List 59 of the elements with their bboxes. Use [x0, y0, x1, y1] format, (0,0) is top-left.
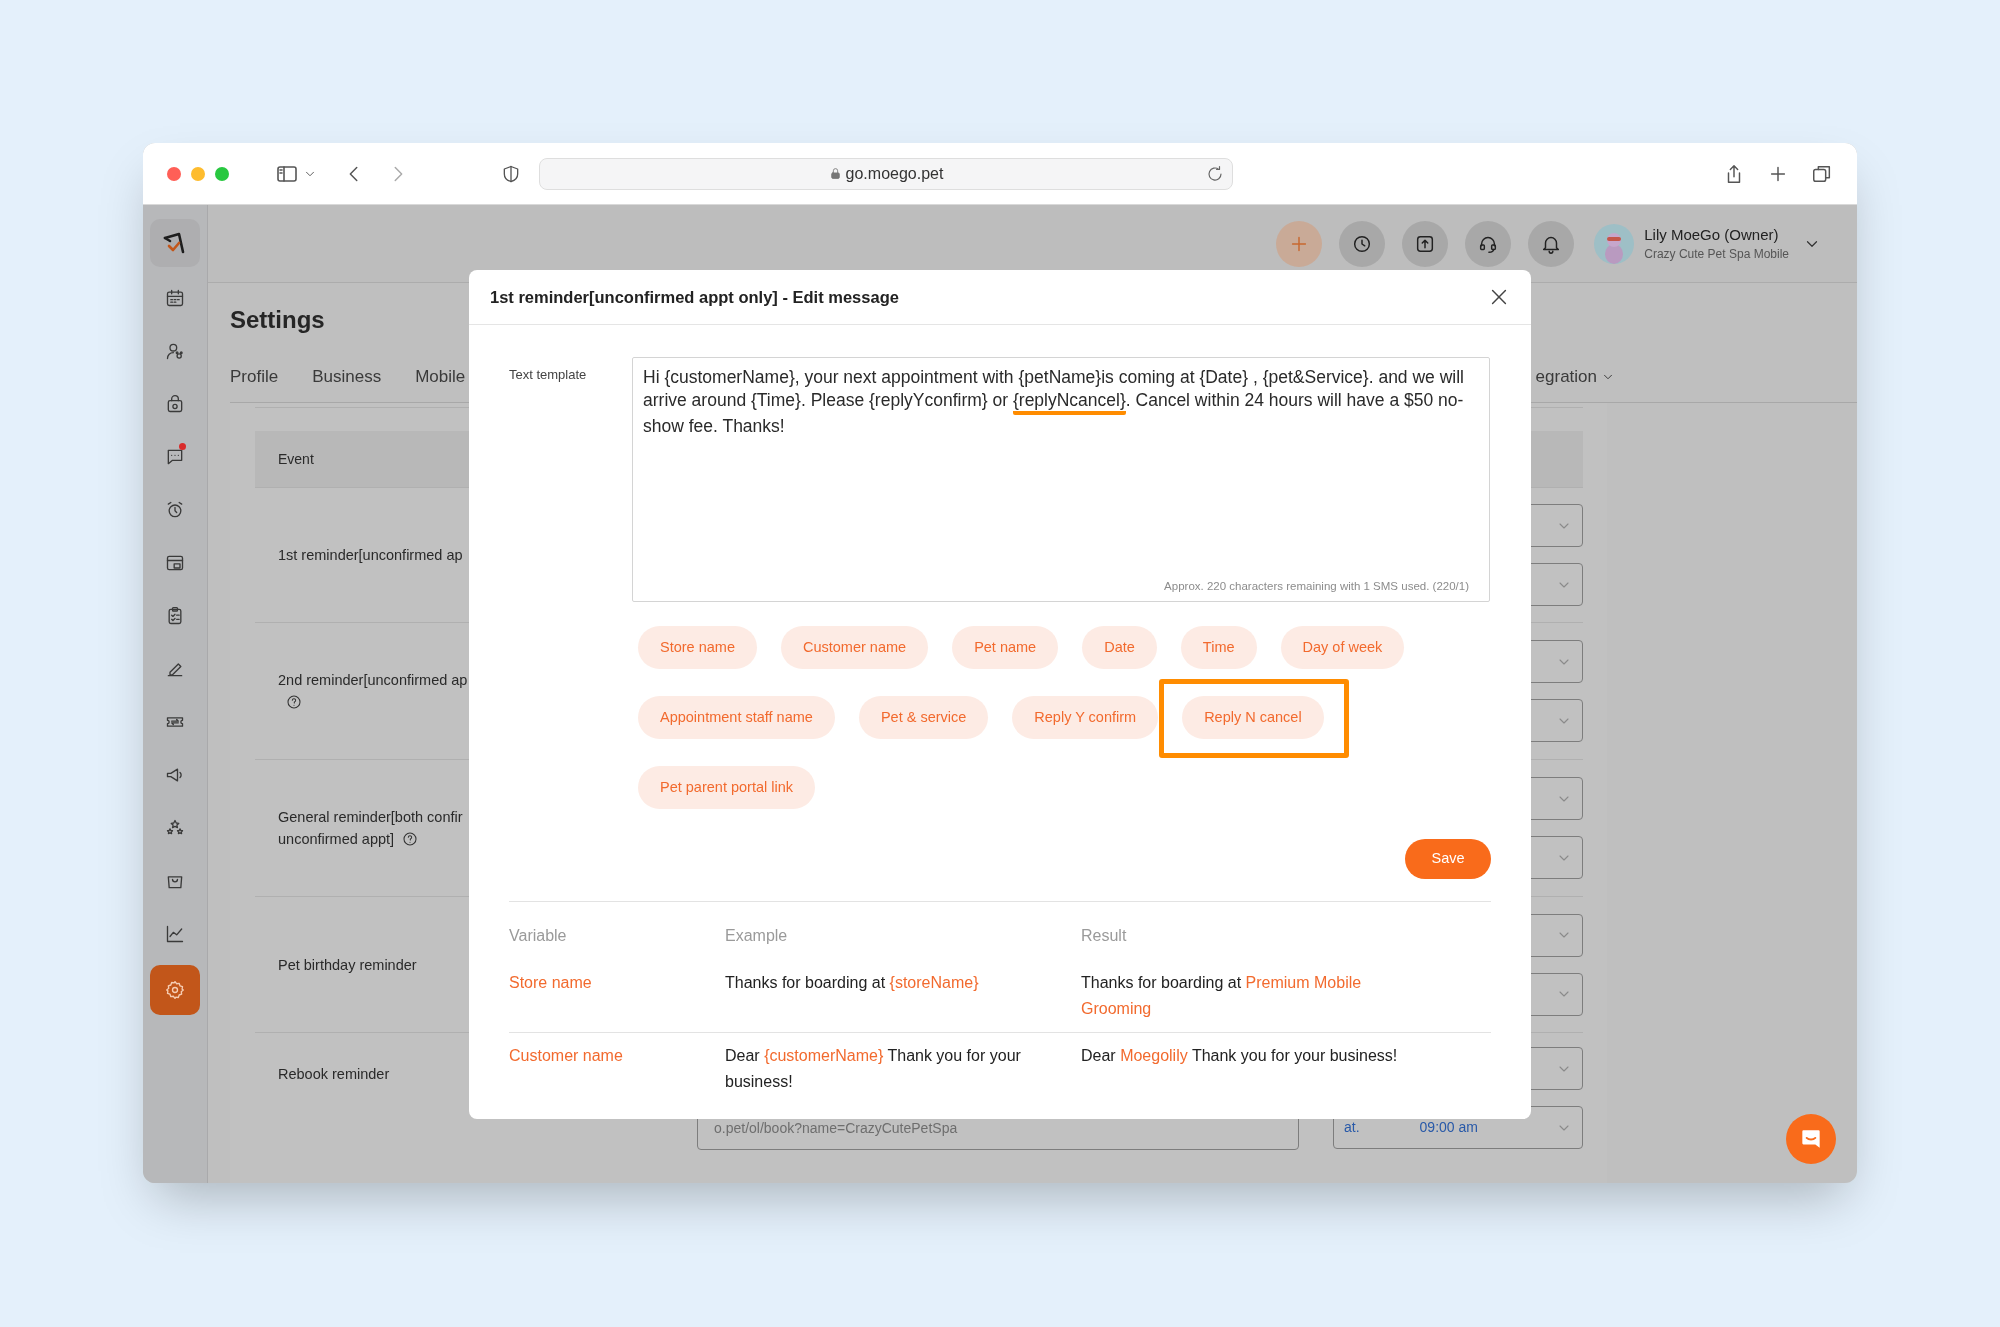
- address-bar[interactable]: go.moego.pet: [539, 157, 1233, 190]
- chat-icon: [165, 447, 185, 467]
- result-text: Thanks for boarding at Premium Mobile Grooming: [1081, 973, 1363, 1019]
- variable-chip[interactable]: Day of week: [1280, 626, 1405, 669]
- time-value: 09:00 am: [1419, 1118, 1478, 1137]
- event-name: General reminder[both confir: [278, 809, 463, 825]
- help-icon[interactable]: [286, 693, 302, 710]
- settings-icon: [165, 980, 185, 1000]
- lock-icon: [828, 167, 842, 180]
- variable-name: Customer name: [509, 1046, 624, 1066]
- variable-chip[interactable]: Reply N cancel: [1182, 696, 1324, 739]
- field-label: Text template: [509, 366, 588, 384]
- character-counter: Approx. 220 characters remaining with 1 SMS used. (220/1): [1164, 578, 1469, 594]
- reload-icon[interactable]: [1206, 164, 1224, 183]
- variable-chip[interactable]: Date: [1082, 626, 1157, 669]
- event-name: Rebook reminder: [278, 1066, 390, 1082]
- variable-chip[interactable]: Pet name: [952, 626, 1059, 669]
- template-field[interactable]: [632, 357, 1490, 602]
- variable-chip[interactable]: Appointment staff name: [638, 696, 835, 739]
- bag-icon: [165, 394, 185, 414]
- settings-tab[interactable]: egration: [1535, 365, 1597, 389]
- person-icon: [165, 341, 185, 361]
- result-text: Dear Moegolily Thank you for your business!: [1081, 1046, 1399, 1066]
- store-icon: [165, 553, 185, 573]
- help-icon[interactable]: [402, 830, 419, 847]
- column-header: Event: [278, 449, 314, 469]
- sidebar-item[interactable]: [150, 965, 200, 1015]
- example-text: Dear {customerName} Thank you for your business!: [725, 1046, 1022, 1092]
- variable-chip[interactable]: Store name: [638, 626, 757, 669]
- shield-icon[interactable]: [501, 163, 521, 184]
- variable-name: Store name: [509, 973, 593, 993]
- column-header: Variable: [509, 926, 568, 946]
- event-name: Pet birthday reminder: [278, 956, 417, 973]
- save-button[interactable]: Save: [1405, 839, 1491, 879]
- event-name: 2nd reminder[unconfirmed ap: [278, 672, 468, 688]
- event-name: 1st reminder[unconfirmed ap: [278, 547, 463, 563]
- variable-chip[interactable]: Customer name: [780, 626, 929, 669]
- settings-tab[interactable]: Mobile: [415, 365, 466, 389]
- variable-chip[interactable]: Time: [1180, 626, 1257, 669]
- page-title: Settings: [230, 305, 326, 335]
- chart-icon: [165, 924, 185, 944]
- variable-chip[interactable]: Pet & service: [858, 696, 989, 739]
- column-header: Result: [1081, 926, 1128, 946]
- alarm-clock-icon: [165, 500, 185, 520]
- dialog-title: 1st reminder[unconfirmed appt only] - Edit message: [490, 286, 899, 308]
- business-name: Crazy Cute Pet Spa Mobile: [1644, 245, 1789, 263]
- variable-chip[interactable]: Pet parent portal link: [638, 766, 815, 809]
- settings-tab[interactable]: Business: [312, 365, 382, 389]
- time-prefix: at.: [1344, 1118, 1360, 1137]
- event-name: unconfirmed appt]: [278, 831, 395, 847]
- template-text: Hi {customerName}, your next appointment with {petName}is coming at {Date} , {pet&Service}. and we will arrive around {Time}. Please {replyYconfirm} or {replyNcancel}. Cancel within 24 hours will have a $50 no-show fee. Thanks!: [643, 366, 1465, 438]
- calendar-icon: [165, 288, 185, 308]
- column-header: Example: [725, 926, 789, 946]
- close-window-button[interactable]: [167, 166, 181, 181]
- variable-chip[interactable]: Reply Y confirm: [1012, 696, 1159, 739]
- logo-icon[interactable]: [150, 219, 200, 267]
- user-name: Lily MoeGo (Owner): [1644, 224, 1780, 245]
- example-text: Thanks for boarding at {storeName}: [725, 973, 980, 993]
- settings-tab[interactable]: Profile: [230, 365, 279, 389]
